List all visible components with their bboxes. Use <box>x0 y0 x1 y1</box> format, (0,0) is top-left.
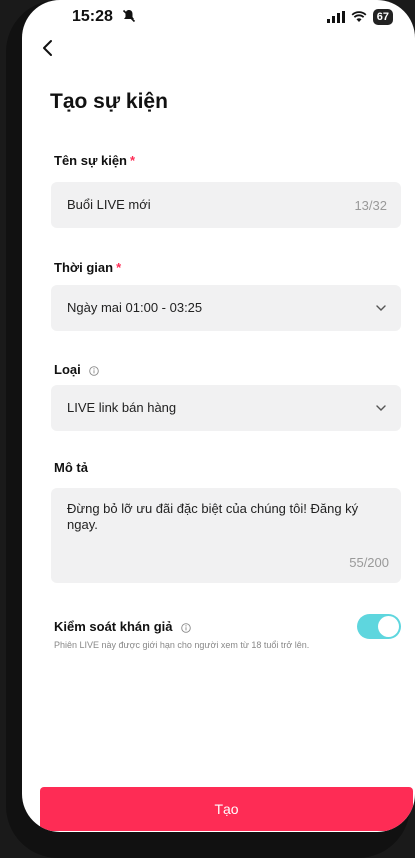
status-indicators: 67 <box>326 9 393 25</box>
type-label: Loại <box>54 362 100 377</box>
time-value: Ngày mai 01:00 - 03:25 <box>67 300 203 315</box>
required-mark: * <box>116 260 122 275</box>
type-select[interactable]: LIVE link bán hàng <box>51 385 401 431</box>
time-label: Thời gian * <box>54 260 121 275</box>
audience-control-toggle[interactable] <box>357 614 401 639</box>
time-select[interactable]: Ngày mai 01:00 - 03:25 <box>51 285 401 331</box>
chevron-down-icon <box>376 405 386 411</box>
description-input[interactable]: Đừng bỏ lỡ ưu đãi đặc biệt của chúng tôi… <box>51 488 401 583</box>
event-name-value: Buổi LIVE mới <box>67 197 151 212</box>
event-name-label: Tên sự kiện * <box>54 153 135 168</box>
audience-control-label: Kiểm soát khán giả <box>54 619 191 634</box>
info-icon[interactable] <box>89 365 100 376</box>
type-value: LIVE link bán hàng <box>67 400 177 415</box>
event-name-label-text: Tên sự kiện <box>54 153 127 168</box>
toggle-knob <box>378 616 399 637</box>
event-name-counter: 13/32 <box>354 198 387 213</box>
event-name-input[interactable]: Buổi LIVE mới 13/32 <box>51 182 401 228</box>
audience-control-label-text: Kiểm soát khán giả <box>54 619 173 634</box>
audience-control-subtitle: Phiên LIVE này được giới hạn cho người x… <box>54 640 310 650</box>
bell-muted-icon <box>122 9 136 23</box>
wifi-icon <box>351 11 367 22</box>
description-counter: 55/200 <box>349 555 389 570</box>
time-label-text: Thời gian <box>54 260 114 275</box>
screen: 15:28 67 Tạo sự kiện Tên sự kiện * Buổi … <box>22 0 415 832</box>
status-bar: 15:28 67 <box>22 0 415 36</box>
required-mark: * <box>130 153 136 168</box>
signal-icon <box>326 11 345 23</box>
create-button[interactable]: Tạo <box>40 787 413 831</box>
description-value: Đừng bỏ lỡ ưu đãi đặc biệt của chúng tôi… <box>67 501 359 532</box>
type-label-text: Loại <box>54 362 81 377</box>
info-icon[interactable] <box>181 622 191 633</box>
status-time: 15:28 <box>72 8 113 25</box>
back-chevron-icon[interactable] <box>38 38 58 58</box>
battery-level: 67 <box>372 9 393 25</box>
description-label: Mô tả <box>54 460 88 475</box>
chevron-down-icon <box>376 305 386 311</box>
page-title: Tạo sự kiện <box>50 90 168 113</box>
